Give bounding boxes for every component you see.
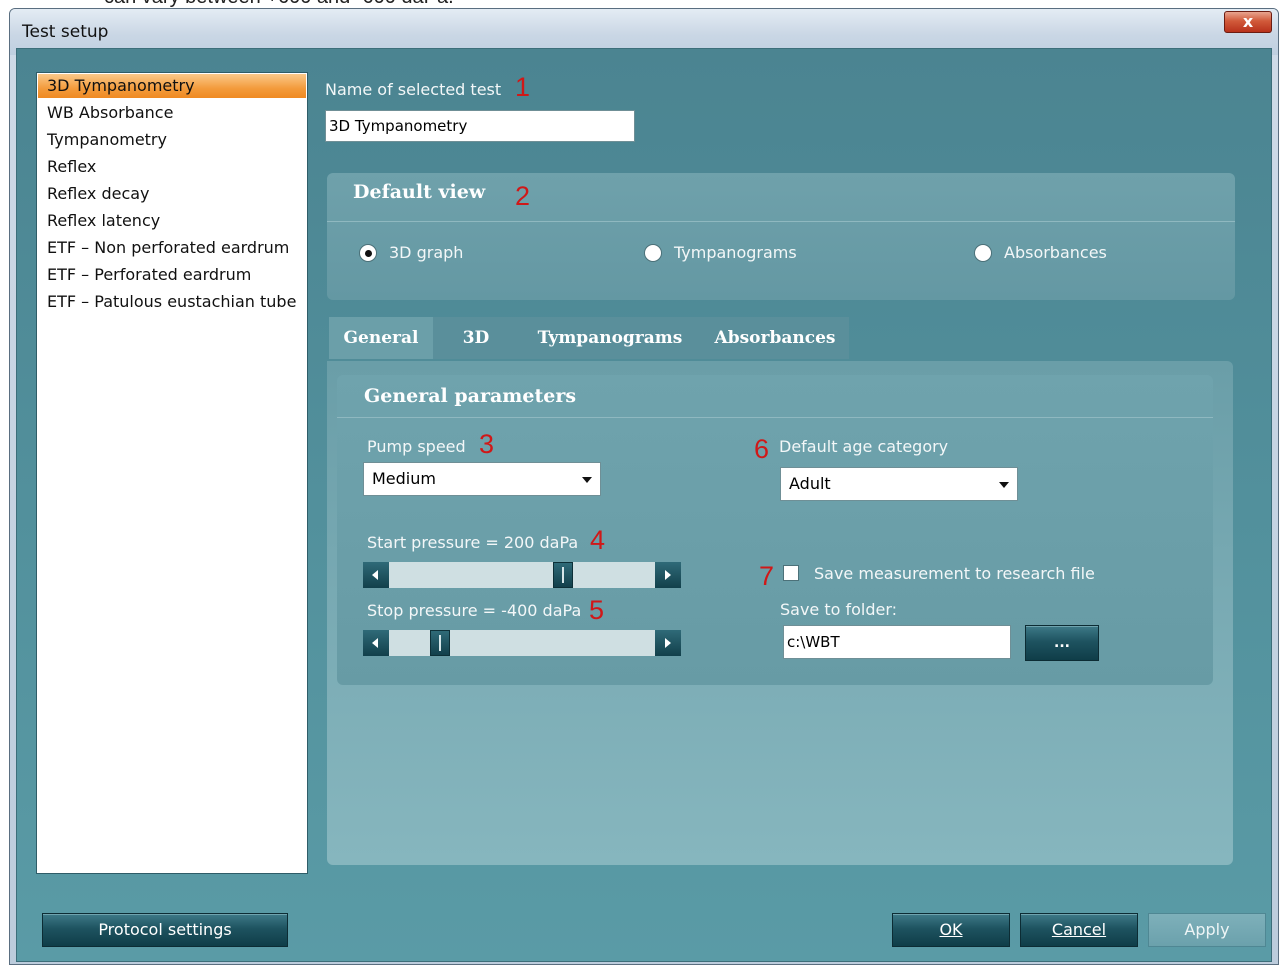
name-field-label: Name of selected test <box>325 80 502 99</box>
thumb-grip <box>562 567 564 583</box>
arrow-left-icon <box>372 570 378 580</box>
save-folder-label: Save to folder: <box>780 600 898 619</box>
chevron-down-icon <box>999 482 1009 488</box>
ok-button[interactable]: OK <box>892 913 1010 947</box>
test-item-reflex[interactable]: Reflex <box>38 155 306 179</box>
tab-general[interactable]: General <box>329 317 433 359</box>
chevron-down-icon <box>582 477 592 483</box>
marker-2: 2 <box>515 181 531 211</box>
test-name-input[interactable]: 3D Tympanometry <box>325 110 635 142</box>
age-category-value: Adult <box>789 474 831 493</box>
arrow-right-icon <box>665 570 671 580</box>
marker-1: 1 <box>515 72 531 102</box>
arrow-right-icon <box>665 638 671 648</box>
tab-absorbances[interactable]: Absorbances <box>701 317 849 359</box>
start-pressure-track[interactable] <box>363 562 681 588</box>
radio-button-absorbances[interactable] <box>974 244 992 262</box>
radio-button-tympanograms[interactable] <box>644 244 662 262</box>
browse-folder-button[interactable]: ... <box>1025 625 1099 661</box>
start-pressure-decrease-button[interactable] <box>363 562 389 588</box>
start-pressure-thumb[interactable] <box>553 562 573 588</box>
test-item-3d-tympanometry[interactable]: 3D Tympanometry <box>38 74 306 98</box>
tab-3d[interactable]: 3D <box>433 317 519 359</box>
stop-pressure-decrease-button[interactable] <box>363 630 389 656</box>
radio-label-tympanograms: Tympanograms <box>674 243 797 262</box>
apply-button[interactable]: Apply <box>1148 913 1266 947</box>
save-folder-input[interactable]: c:\WBT <box>783 625 1011 659</box>
general-parameters-divider <box>337 417 1213 418</box>
arrow-left-icon <box>372 638 378 648</box>
stop-pressure-track[interactable] <box>363 630 681 656</box>
dialog-client-area: 3D Tympanometry WB Absorbance Tympanomet… <box>16 48 1272 962</box>
marker-6: 6 <box>754 434 770 464</box>
default-view-divider <box>327 221 1235 222</box>
general-parameters-panel: General parameters Pump speed 3 Medium S… <box>337 375 1213 685</box>
pump-speed-select[interactable]: Medium <box>363 462 601 496</box>
test-list: 3D Tympanometry WB Absorbance Tympanomet… <box>36 72 308 874</box>
default-view-title: Default view <box>353 181 486 203</box>
window-title: Test setup <box>22 22 109 42</box>
cancel-button[interactable]: Cancel <box>1020 913 1138 947</box>
start-pressure-increase-button[interactable] <box>655 562 681 588</box>
research-file-label: Save measurement to research file <box>814 564 1095 583</box>
age-category-label: Default age category <box>779 437 949 456</box>
radio-button-3d-graph[interactable] <box>359 244 377 262</box>
age-category-select[interactable]: Adult <box>780 467 1018 501</box>
radio-label-3d-graph: 3D graph <box>389 243 464 262</box>
marker-7: 7 <box>759 561 775 591</box>
radio-tympanograms[interactable]: Tympanograms <box>644 243 844 267</box>
test-item-reflex-latency[interactable]: Reflex latency <box>38 209 306 233</box>
radio-absorbances[interactable]: Absorbances <box>974 243 1174 267</box>
radio-label-absorbances: Absorbances <box>1004 243 1107 262</box>
pump-speed-label: Pump speed <box>367 437 466 456</box>
stop-pressure-thumb[interactable] <box>430 630 450 656</box>
test-item-reflex-decay[interactable]: Reflex decay <box>38 182 306 206</box>
tab-tympanograms[interactable]: Tympanograms <box>519 317 701 359</box>
research-file-checkbox[interactable] <box>783 565 799 581</box>
default-view-panel: Default view 2 3D graph Tympanograms Abs… <box>327 173 1235 300</box>
test-item-wb-absorbance[interactable]: WB Absorbance <box>38 101 306 125</box>
stop-pressure-label: Stop pressure = -400 daPa <box>367 601 582 620</box>
radio-selected-dot <box>365 250 372 257</box>
close-button[interactable]: x <box>1224 11 1272 33</box>
general-tab-content: General parameters Pump speed 3 Medium S… <box>327 361 1233 865</box>
stop-pressure-slider[interactable] <box>363 630 681 656</box>
general-parameters-title: General parameters <box>364 385 577 407</box>
test-item-etf-non-perforated[interactable]: ETF – Non perforated eardrum <box>38 236 306 260</box>
ok-button-label: OK <box>939 920 963 939</box>
pump-speed-value: Medium <box>372 469 436 488</box>
marker-4: 4 <box>590 525 606 555</box>
marker-3: 3 <box>479 429 495 459</box>
test-item-etf-patulous[interactable]: ETF – Patulous eustachian tube <box>38 290 306 314</box>
cancel-button-label: Cancel <box>1051 920 1107 939</box>
test-item-tympanometry[interactable]: Tympanometry <box>38 128 306 152</box>
thumb-grip <box>439 635 441 651</box>
radio-3d-graph[interactable]: 3D graph <box>359 243 559 267</box>
start-pressure-slider[interactable] <box>363 562 681 588</box>
marker-5: 5 <box>589 595 605 625</box>
test-item-etf-perforated[interactable]: ETF – Perforated eardrum <box>38 263 306 287</box>
stop-pressure-increase-button[interactable] <box>655 630 681 656</box>
protocol-settings-button[interactable]: Protocol settings <box>42 913 288 947</box>
start-pressure-label: Start pressure = 200 daPa <box>367 533 579 552</box>
